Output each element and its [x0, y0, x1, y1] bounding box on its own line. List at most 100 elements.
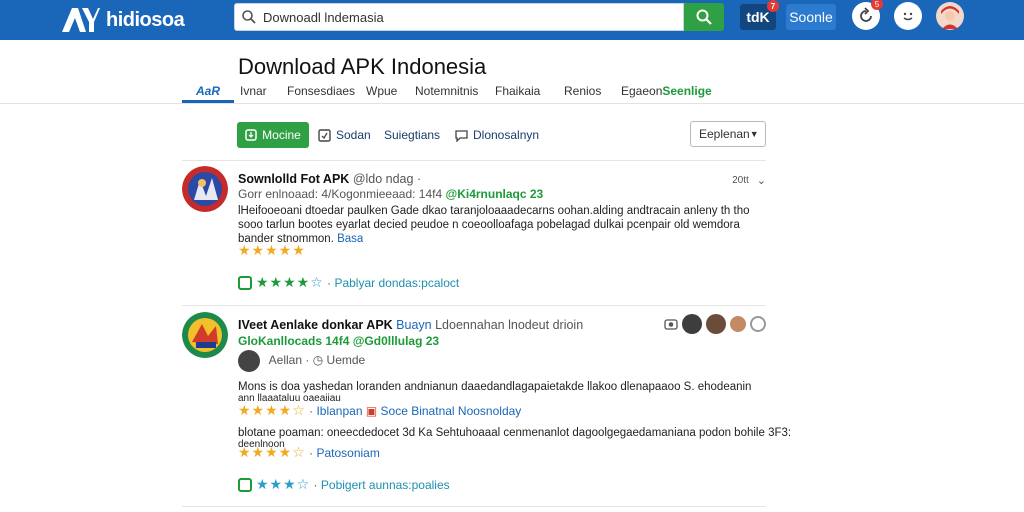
- tab-categories[interactable]: Egaeon Seenlige: [621, 78, 712, 104]
- listing-meta: @ldo ndag: [352, 172, 414, 186]
- avatar[interactable]: [682, 314, 702, 334]
- app-icon[interactable]: [182, 312, 228, 358]
- listing-subline: GloKanllocads 14f4 @Gd0lllulag 23: [238, 334, 439, 348]
- listing-title-row: IVeet Aenlake donkar APK Buayn Ldoennaha…: [238, 318, 583, 332]
- star-rating-half: ☆: [310, 274, 324, 290]
- divider: [182, 305, 766, 306]
- tab-reviews[interactable]: Renios: [564, 78, 601, 104]
- listing-title-row: Sownlolld Fot APK @ldo ndag ·: [238, 172, 421, 186]
- tab-label: Ivnar: [240, 84, 267, 98]
- rating-link[interactable]: Soce Binatnal Noosnolday: [381, 404, 522, 418]
- date-label: 20tt: [732, 175, 749, 186]
- sort-selected-value: Eeplenan: [699, 127, 750, 141]
- notifications-label: tdK: [746, 9, 770, 25]
- listing-card[interactable]: Sownlolld Fot APK @ldo ndag · 20tt ⌄ Gor…: [182, 166, 766, 300]
- listing-description: blotane poaman: oneecdedocet 3d Ka Sehtu…: [238, 427, 792, 439]
- listing-sub-green: @Ki4rnunlaqc 23: [445, 187, 544, 201]
- tab-label: AaR: [196, 84, 221, 98]
- chevron-down-icon[interactable]: ⌄: [757, 174, 766, 187]
- bullet-separator: ·: [305, 353, 313, 368]
- tab-new[interactable]: Ivnar: [240, 78, 267, 104]
- more-avatars-icon[interactable]: [750, 316, 766, 332]
- tab-trending[interactable]: Fhaikaia: [495, 78, 540, 104]
- emoji-button[interactable]: [894, 2, 922, 30]
- star-rating-blue: ★★★☆: [256, 476, 311, 492]
- signin-button[interactable]: Soonle: [786, 4, 836, 30]
- star-rating-green: ★★★★: [256, 274, 311, 290]
- download-icon: [245, 129, 257, 141]
- rating-row: ★★★★☆ · Iblanpan ▣ Soce Binatnal Noosnol…: [238, 402, 521, 419]
- search-icon: [242, 10, 256, 24]
- filter-label: Dlonosalnyn: [473, 128, 540, 142]
- listing-sub-green: GloKanllocads 14f4 @Gd0lllulag 23: [238, 334, 440, 348]
- tab-games[interactable]: Fonsesdiaes: [287, 78, 355, 104]
- participant-avatars: [664, 314, 766, 334]
- sort-dropdown[interactable]: Eeplenan ▼: [690, 121, 766, 147]
- notifications-button[interactable]: tdK 7: [740, 0, 779, 30]
- messages-button[interactable]: 5: [852, 0, 883, 30]
- suggestions-filter-button[interactable]: Suiegtians: [384, 122, 440, 148]
- filter-label: Sodan: [336, 128, 371, 142]
- latest-filter-button[interactable]: Mocine: [237, 122, 309, 148]
- tab-label: Wpue: [366, 84, 398, 98]
- author-name[interactable]: Aellan: [269, 353, 302, 367]
- rating-link[interactable]: Patosoniam: [316, 446, 379, 460]
- logo-mark-icon: [62, 8, 100, 32]
- star-rating: ★★★★☆: [238, 402, 306, 418]
- tag-icon: ▣: [365, 404, 378, 418]
- listing-subline: Gorr enlnoaad: 4/Kogonmieeaad: 14f4 @Ki4…: [238, 187, 543, 201]
- tab-label: Fhaikaia: [495, 84, 541, 98]
- tab-apps[interactable]: Wpue: [366, 78, 397, 104]
- listing-title[interactable]: IVeet Aenlake donkar APK: [238, 318, 393, 332]
- page-title: Download APK Indonesia: [238, 54, 487, 79]
- tab-label: Egaeon: [621, 84, 663, 98]
- listing-footer: ★★★☆ · Pobigert aunnas:poalies: [238, 476, 450, 493]
- download-link[interactable]: Pobigert aunnas:poalies: [321, 478, 450, 492]
- star-rating: ★★★★☆: [238, 444, 306, 460]
- avatar-icon: [937, 3, 963, 29]
- top-navigation-bar: hidiosoa tdK 7 Soonle 5: [0, 0, 1024, 40]
- divider: [182, 160, 766, 161]
- listing-title[interactable]: Sownlolld Fot APK: [238, 172, 349, 186]
- app-icon[interactable]: [182, 166, 228, 212]
- comment-icon: [455, 129, 468, 142]
- divider: [182, 506, 766, 507]
- avatar[interactable]: [706, 314, 726, 334]
- camera-icon[interactable]: [664, 317, 678, 331]
- category-tabs: AaR Ivnar Fonsesdiaes Wpue Notemnitnis F…: [0, 78, 1024, 104]
- author-avatar[interactable]: [238, 350, 260, 372]
- tab-label: Notemnitnis: [415, 84, 479, 98]
- smiley-icon: [903, 12, 913, 21]
- listing-card[interactable]: IVeet Aenlake donkar APK Buayn Ldoennaha…: [182, 312, 791, 502]
- avatar[interactable]: [730, 316, 746, 332]
- author-meta: Uemde: [326, 353, 366, 368]
- listing-description: sooo tarlun bootes eyarlat decied peudoe…: [238, 219, 740, 231]
- sort-filter-button[interactable]: Sodan: [318, 122, 371, 148]
- tab-popular[interactable]: Notemnitnis: [415, 78, 478, 104]
- filter-label: Suiegtians: [384, 128, 441, 142]
- checkbox-icon: [318, 128, 331, 142]
- logo-text: hidiosoa: [106, 8, 185, 31]
- discussion-filter-button[interactable]: Dlonosalnyn: [455, 122, 539, 148]
- listing-footer: ★★★★☆ · Pablyar dondas:pcaloct: [238, 274, 459, 291]
- signin-label: Soonle: [789, 9, 833, 25]
- user-avatar[interactable]: [936, 2, 964, 30]
- listing-meta[interactable]: Buayn: [396, 318, 431, 332]
- tab-label: Renios: [564, 84, 602, 98]
- active-tab-indicator: [182, 100, 234, 103]
- site-logo[interactable]: hidiosoa: [60, 4, 185, 36]
- search-button[interactable]: [684, 3, 724, 31]
- listing-date: 20tt ⌄: [732, 174, 766, 187]
- star-rating: ★★★★★: [238, 242, 306, 258]
- rating-link[interactable]: Iblanpan: [316, 404, 362, 418]
- download-link[interactable]: Pablyar dondas:pcaloct: [334, 276, 459, 290]
- rating-row: ★★★★☆ · Patosoniam: [238, 444, 380, 461]
- game-art-icon: [182, 312, 228, 358]
- tab-label: Fonsesdiaes: [287, 84, 356, 98]
- search-input[interactable]: [263, 9, 683, 25]
- listing-author-row: Aellan · ◷ Uemde: [238, 350, 365, 372]
- chevron-down-icon: ▼: [749, 129, 759, 139]
- verified-badge-icon: [238, 276, 252, 290]
- read-more-link[interactable]: Basa: [337, 233, 363, 245]
- bullet-separator: ·: [313, 478, 321, 492]
